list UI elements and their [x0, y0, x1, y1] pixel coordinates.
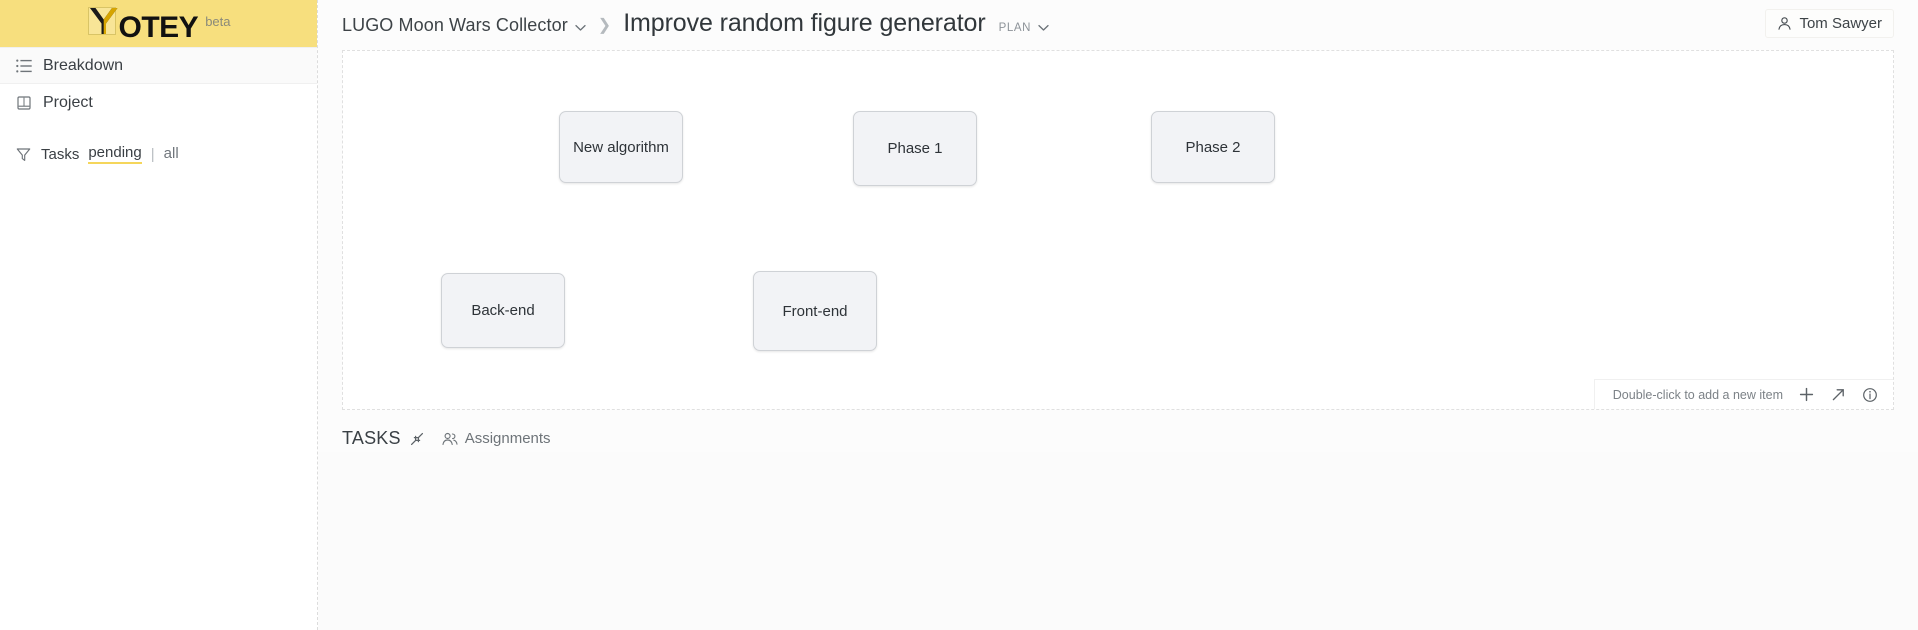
plan-chevron-down-icon[interactable] — [1038, 24, 1049, 32]
canvas-card-phase-2[interactable]: Phase 2 — [1151, 111, 1275, 183]
book-icon — [14, 93, 33, 112]
person-icon — [1777, 16, 1792, 31]
breadcrumb-separator: ❯ — [597, 17, 612, 34]
canvas-card-new-algorithm[interactable]: New algorithm — [559, 111, 683, 183]
filter-option-all[interactable]: all — [164, 145, 179, 163]
breakdown-canvas[interactable]: New algorithm Phase 1 Phase 2 Back-end F… — [342, 50, 1894, 410]
brand-logo[interactable]: OTEY — [87, 5, 199, 43]
card-label: Phase 2 — [1185, 138, 1241, 156]
assignments-label: Assignments — [464, 430, 551, 447]
canvas-card-phase-1[interactable]: Phase 1 — [849, 111, 977, 189]
page-title: Improve random figure generator — [623, 9, 986, 37]
list-icon — [14, 56, 33, 75]
people-icon — [442, 432, 458, 446]
tasks-heading: TASKS — [342, 428, 401, 448]
assignments-button[interactable]: Assignments — [442, 430, 551, 447]
canvas-card-back-end[interactable]: Back-end — [437, 273, 565, 351]
info-icon[interactable] — [1861, 386, 1879, 404]
plan-badge[interactable]: PLAN — [999, 22, 1031, 34]
y-logo-icon — [87, 5, 121, 37]
brand-logo-bar[interactable]: OTEY beta — [0, 0, 317, 47]
sidebar-item-project[interactable]: Project — [0, 84, 317, 121]
tasks-section-header: TASKS Assignments — [342, 428, 551, 449]
chevron-down-icon[interactable] — [575, 24, 586, 32]
breadcrumb-project[interactable]: LUGO Moon Wars Collector — [342, 15, 568, 36]
sidebar-nav: Breakdown Project Tasks pending | all — [0, 47, 317, 169]
canvas-card-front-end[interactable]: Front-end — [753, 271, 877, 351]
beta-label: beta — [205, 14, 231, 29]
canvas-hint-text: Double-click to add a new item — [1612, 387, 1783, 402]
user-menu-button[interactable]: Tom Sawyer — [1765, 9, 1894, 38]
canvas-footer: Double-click to add a new item — [1593, 379, 1893, 409]
user-name: Tom Sawyer — [1799, 15, 1882, 32]
expand-arrow-icon[interactable] — [1829, 386, 1847, 404]
sidebar-item-label: Project — [43, 93, 93, 111]
sidebar-item-label: Breakdown — [43, 56, 124, 74]
filter-separator: | — [150, 145, 155, 163]
sidebar: OTEY beta Breakdown Project Tasks pendin… — [0, 0, 318, 630]
top-header: LUGO Moon Wars Collector ❯ Improve rando… — [318, 0, 1918, 47]
sidebar-item-breakdown[interactable]: Breakdown — [0, 47, 317, 84]
brand-logo-text: OTEY — [118, 10, 199, 44]
card-label: Front-end — [782, 302, 848, 320]
filter-option-pending[interactable]: pending — [88, 144, 142, 164]
tasks-list-panel — [318, 452, 1918, 630]
funnel-icon — [14, 145, 32, 163]
card-label: Back-end — [471, 302, 535, 319]
plus-icon[interactable] — [1797, 386, 1815, 404]
tasks-filter-label: Tasks — [41, 145, 80, 163]
card-label: New algorithm — [573, 138, 669, 156]
tasks-filter-row: Tasks pending | all — [0, 139, 317, 169]
card-label: Phase 1 — [887, 140, 943, 157]
collapse-icon[interactable] — [410, 432, 424, 446]
app-root: OTEY beta Breakdown Project Tasks pendin… — [0, 0, 1918, 630]
breadcrumb: LUGO Moon Wars Collector ❯ Improve rando… — [342, 11, 1049, 36]
